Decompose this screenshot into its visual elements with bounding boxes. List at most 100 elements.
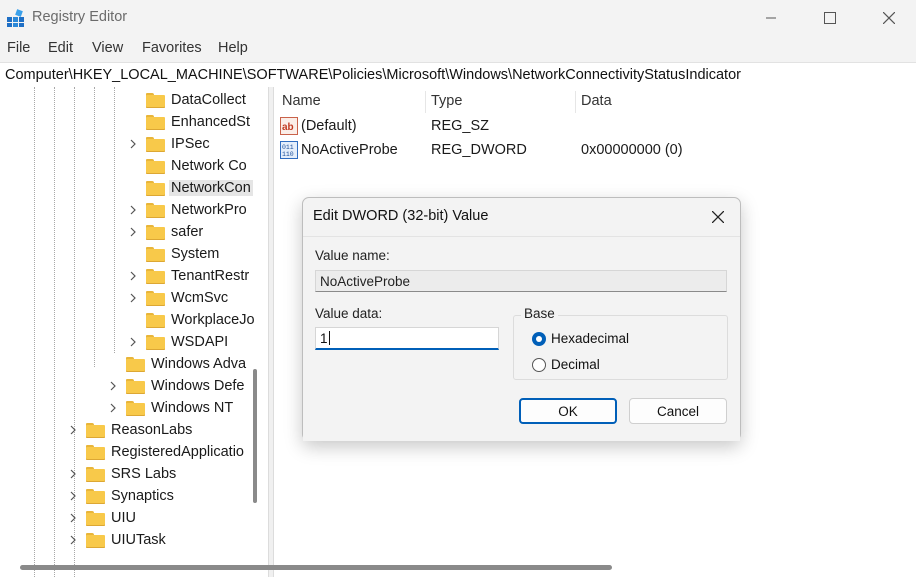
maximize-icon [824, 12, 836, 24]
folder-icon [146, 92, 165, 108]
value-name-label: Value name: [315, 248, 390, 263]
tree-item[interactable]: NetworkPro [126, 199, 247, 221]
chevron-right-icon[interactable] [126, 269, 140, 283]
chevron-right-icon[interactable] [126, 137, 140, 151]
value-row[interactable]: 011 110 NoActiveProbe REG_DWORD 0x000000… [278, 140, 908, 162]
close-button[interactable] [866, 0, 912, 36]
key-tree[interactable]: DataCollect EnhancedSt IPSec Network Co … [0, 87, 268, 577]
address-bar[interactable]: Computer\HKEY_LOCAL_MACHINE\SOFTWARE\Pol… [0, 62, 916, 88]
radio-decimal[interactable] [532, 358, 546, 372]
tree-item[interactable]: DataCollect [126, 89, 246, 111]
folder-icon [146, 290, 165, 306]
radio-hexadecimal[interactable] [532, 332, 546, 346]
chevron-right-icon[interactable] [126, 203, 140, 217]
address-path[interactable]: Computer\HKEY_LOCAL_MACHINE\SOFTWARE\Pol… [5, 67, 741, 83]
tree-item[interactable]: TenantRestr [126, 265, 249, 287]
cancel-button[interactable]: Cancel [629, 398, 727, 424]
tree-item[interactable]: Synaptics [66, 485, 174, 507]
folder-icon [86, 532, 105, 548]
chevron-right-icon[interactable] [66, 489, 80, 503]
menu-bar: File Edit View Favorites Help [0, 36, 916, 61]
column-header-data[interactable]: Data [581, 93, 612, 109]
ok-button[interactable]: OK [519, 398, 617, 424]
tree-item[interactable]: WcmSvc [126, 287, 228, 309]
dialog-close-button[interactable] [707, 206, 729, 228]
value-data-input[interactable]: 1 [315, 327, 499, 350]
value-name: NoActiveProbe [301, 142, 398, 158]
menu-help[interactable]: Help [218, 40, 248, 56]
tree-item[interactable]: IPSec [126, 133, 210, 155]
tree-item[interactable]: Windows Adva [106, 353, 246, 375]
tree-vertical-scrollbar[interactable] [253, 369, 257, 503]
radio-label-hexadecimal[interactable]: Hexadecimal [551, 331, 629, 346]
minimize-button[interactable] [748, 0, 794, 36]
folder-icon [146, 202, 165, 218]
chevron-right-icon[interactable] [126, 335, 140, 349]
maximize-button[interactable] [807, 0, 853, 36]
folder-icon [86, 444, 105, 460]
window-title: Registry Editor [32, 9, 128, 25]
base-group: Hexadecimal Decimal [513, 315, 728, 380]
tree-item[interactable]: System [126, 243, 219, 265]
radio-label-decimal[interactable]: Decimal [551, 357, 600, 372]
chevron-right-icon[interactable] [106, 401, 120, 415]
column-separator[interactable] [575, 91, 576, 113]
column-header-type[interactable]: Type [431, 93, 462, 109]
chevron-right-icon[interactable] [126, 291, 140, 305]
menu-view[interactable]: View [92, 40, 123, 56]
menu-edit[interactable]: Edit [48, 40, 73, 56]
tree-item[interactable]: Windows NT [106, 397, 233, 419]
tree-item[interactable]: RegisteredApplicatio [66, 441, 244, 463]
chevron-right-icon[interactable] [66, 511, 80, 525]
tree-guide-line [34, 87, 35, 577]
text-caret [328, 331, 330, 345]
folder-icon [86, 510, 105, 526]
tree-item[interactable]: Windows Defe [106, 375, 244, 397]
tree-item[interactable]: WorkplaceJo [126, 309, 255, 331]
svg-text:110: 110 [282, 151, 294, 158]
folder-icon [126, 356, 145, 372]
folder-icon [86, 466, 105, 482]
chevron-right-icon[interactable] [66, 423, 80, 437]
tree-item[interactable]: SRS Labs [66, 463, 176, 485]
chevron-right-icon[interactable] [126, 225, 140, 239]
tree-guide-line [54, 87, 55, 577]
base-label: Base [521, 306, 558, 321]
folder-icon [146, 334, 165, 350]
value-row[interactable]: ab (Default) REG_SZ [278, 116, 908, 138]
binary-value-icon: 011 110 [280, 141, 298, 159]
chevron-right-icon[interactable] [106, 379, 120, 393]
folder-icon [146, 114, 165, 130]
menu-favorites[interactable]: Favorites [142, 40, 202, 56]
folder-icon [86, 488, 105, 504]
chevron-right-icon[interactable] [66, 533, 80, 547]
value-data: 0x00000000 (0) [581, 142, 683, 158]
chevron-right-icon[interactable] [66, 467, 80, 481]
string-value-icon: ab [280, 117, 298, 135]
tree-guide-line [114, 87, 115, 353]
tree-item[interactable]: EnhancedSt [126, 111, 250, 133]
tree-item[interactable]: ReasonLabs [66, 419, 192, 441]
tree-item[interactable]: UIUTask [66, 529, 166, 551]
dialog-body: Value name: NoActiveProbe Value data: 1 … [303, 236, 740, 441]
menu-file[interactable]: File [7, 40, 30, 56]
list-horizontal-scrollbar[interactable] [22, 565, 612, 570]
tree-item[interactable]: WSDAPI [126, 331, 228, 353]
folder-icon [146, 158, 165, 174]
tree-item-selected[interactable]: NetworkCon [126, 177, 253, 199]
dialog-title: Edit DWORD (32-bit) Value [313, 208, 489, 224]
folder-icon [146, 246, 165, 262]
value-name: (Default) [301, 118, 357, 134]
close-icon [883, 12, 895, 24]
tree-item[interactable]: UIU [66, 507, 136, 529]
folder-icon [146, 180, 165, 196]
value-name-field: NoActiveProbe [315, 270, 727, 292]
edit-dword-dialog: Edit DWORD (32-bit) Value Value name: No… [302, 197, 741, 441]
column-header-name[interactable]: Name [282, 93, 321, 109]
tree-item[interactable]: Network Co [126, 155, 247, 177]
title-bar: Registry Editor [0, 0, 916, 36]
column-separator[interactable] [425, 91, 426, 113]
value-type: REG_DWORD [431, 142, 527, 158]
registry-editor-icon [7, 9, 24, 27]
tree-item[interactable]: safer [126, 221, 203, 243]
